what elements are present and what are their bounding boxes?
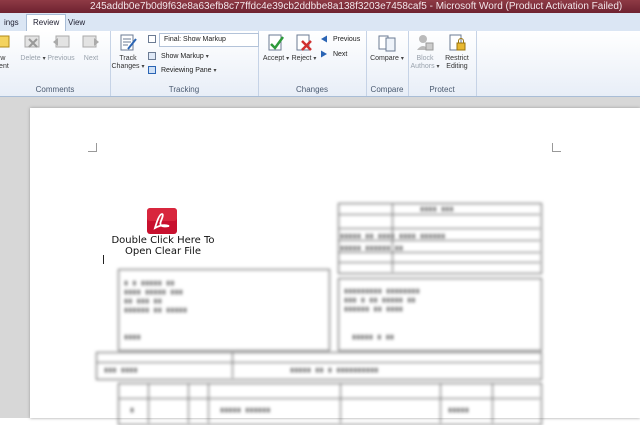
reject-icon	[296, 34, 312, 51]
next-change-icon	[321, 50, 327, 58]
restrict-editing-button[interactable]: Restrict Editing	[440, 33, 474, 71]
final-show-markup-select[interactable]: Final: Show Markup	[159, 33, 259, 47]
adobe-pdf-icon	[147, 208, 177, 234]
compare-group: Compare ▾ Compare	[366, 31, 409, 96]
changes-group-label: Changes	[295, 85, 329, 94]
attachment-caption-line2: Open Clear File	[125, 246, 201, 257]
attachment-caption[interactable]: Double Click Here To Open Clear File	[98, 235, 228, 257]
block-authors-button[interactable]: Block Authors ▾	[408, 33, 442, 71]
block-authors-icon	[417, 35, 434, 51]
tracking-group-label: Tracking	[168, 85, 200, 94]
accept-icon	[268, 34, 285, 51]
delete-label: Delete	[20, 55, 41, 62]
track-changes-icon	[120, 34, 137, 51]
tab-mailings[interactable]: ings	[0, 15, 25, 31]
previous-change-label: Previous	[332, 36, 361, 43]
markup-display-icon	[148, 35, 156, 44]
next-comment-button[interactable]: Next	[74, 33, 108, 63]
previous-label: Previous	[47, 55, 75, 62]
new-comment-button[interactable]: ew ment	[0, 33, 16, 71]
next-label: Next	[83, 55, 99, 62]
comments-group: ew ment Delete ▾ Previous Next Comments	[0, 31, 111, 96]
reviewing-pane-label: Reviewing Pane	[160, 67, 212, 74]
comments-group-label: Comments	[35, 85, 75, 94]
ribbon-tabs: ings Review View	[0, 13, 640, 32]
block-authors-label: Block Authors	[410, 55, 435, 70]
tracking-group: Track Changes ▾ Final: Show Markup Show …	[110, 31, 259, 96]
show-markup-icon	[148, 52, 156, 61]
new-comment-icon	[0, 35, 10, 48]
previous-change-button[interactable]: Previous	[320, 34, 360, 45]
compare-label: Compare	[370, 55, 399, 62]
margin-corner-marker	[88, 143, 97, 152]
title-bar: 245addb0e7b0d9f63e8a63efb8c77ffdc4e39cb2…	[0, 0, 640, 13]
protect-group-label: Protect	[429, 85, 455, 94]
window-title: 245addb0e7b0d9f63e8a63efb8c77ffdc4e39cb2…	[90, 1, 623, 12]
new-comment-label: ew ment	[0, 55, 9, 70]
changes-group: Accept ▾ Reject ▾ Previous Next Changes	[258, 31, 367, 96]
track-changes-button[interactable]: Track Changes ▾	[110, 33, 146, 71]
previous-change-icon	[321, 35, 327, 43]
restrict-editing-label: Restrict Editing	[445, 55, 469, 70]
margin-corner-marker	[552, 143, 561, 152]
pdf-attachment[interactable]	[147, 208, 177, 234]
protect-group: Block Authors ▾ Restrict Editing Protect	[408, 31, 477, 96]
reviewing-pane-icon	[148, 66, 156, 75]
accept-label: Accept	[262, 55, 285, 62]
compare-icon	[378, 35, 396, 52]
previous-comment-button[interactable]: Previous	[44, 33, 78, 63]
tab-view[interactable]: View	[62, 15, 91, 31]
display-for-review-dropdown[interactable]: Final: Show Markup	[148, 33, 259, 47]
restrict-editing-icon	[449, 34, 466, 51]
reject-label: Reject	[291, 55, 312, 62]
compare-group-label: Compare	[370, 85, 404, 94]
compare-button[interactable]: Compare ▾	[370, 33, 404, 63]
reviewing-pane-button[interactable]: Reviewing Pane ▾	[148, 65, 217, 76]
text-cursor	[103, 255, 104, 264]
previous-comment-icon	[53, 35, 70, 48]
ribbon: ew ment Delete ▾ Previous Next Comments …	[0, 31, 640, 97]
next-comment-icon	[82, 35, 99, 48]
reject-button[interactable]: Reject ▾	[287, 33, 321, 63]
show-markup-button[interactable]: Show Markup ▾	[148, 51, 209, 62]
document-page[interactable]	[30, 108, 640, 418]
tab-review[interactable]: Review	[26, 14, 67, 32]
track-changes-label: Track Changes	[111, 55, 140, 70]
delete-comment-icon	[24, 35, 40, 48]
next-change-label: Next	[332, 51, 348, 58]
attachment-caption-line1: Double Click Here To	[111, 235, 215, 246]
next-change-button[interactable]: Next	[320, 49, 347, 60]
show-markup-label: Show Markup	[160, 53, 204, 60]
